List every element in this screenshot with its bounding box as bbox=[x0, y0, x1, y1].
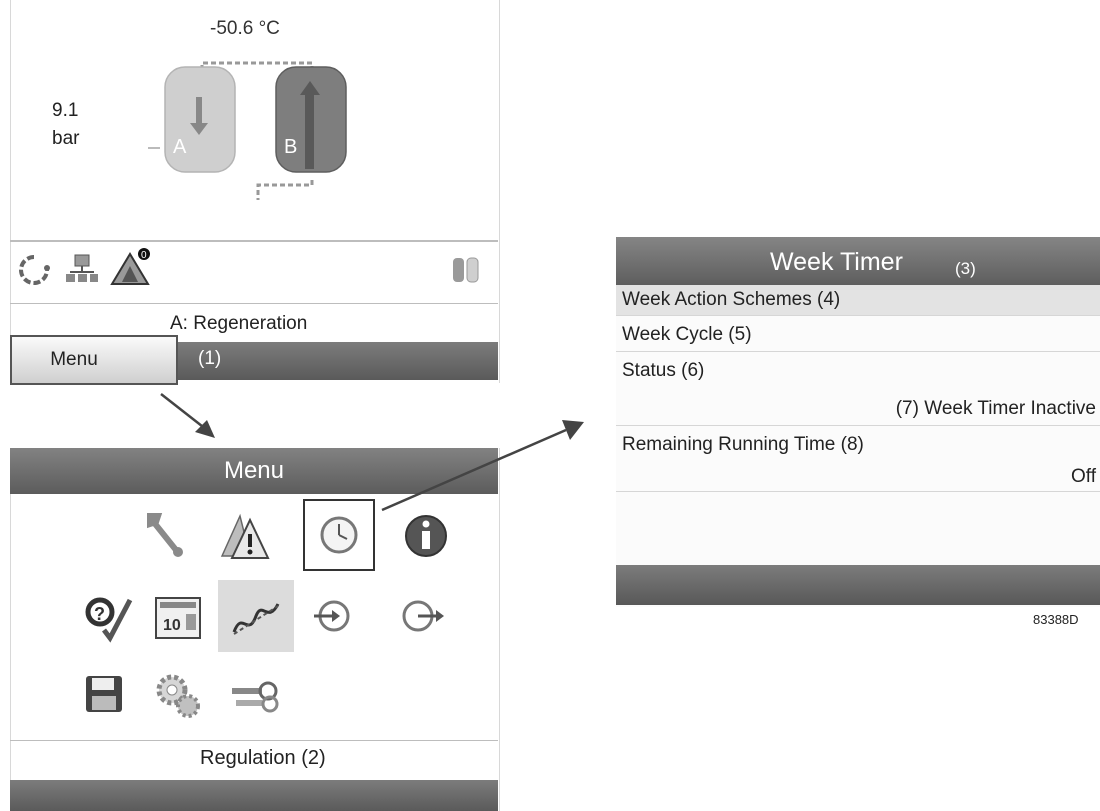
menu-footer-bar bbox=[10, 780, 498, 811]
menu-item-status[interactable]: Status (6) (7) Week Timer Inactive bbox=[616, 352, 1100, 426]
vessel-a: A bbox=[164, 66, 236, 173]
row-label: Remaining Running Time bbox=[622, 434, 836, 455]
warning-triangles-icon[interactable] bbox=[218, 508, 274, 564]
callout-label: (5) bbox=[728, 324, 752, 345]
network-icon bbox=[66, 254, 98, 282]
callout-label: (6) bbox=[681, 360, 705, 381]
row-label: Status bbox=[622, 360, 676, 381]
arrow-down-right-icon bbox=[160, 393, 215, 438]
input-icon[interactable] bbox=[306, 590, 358, 642]
svg-text:10: 10 bbox=[163, 617, 181, 634]
remaining-time-value: Off bbox=[1071, 466, 1096, 487]
settings-gears-icon[interactable] bbox=[150, 668, 206, 724]
callout-label: (2) bbox=[301, 747, 326, 769]
refresh-icon bbox=[19, 255, 50, 285]
temperature-reading: -50.6 °C bbox=[210, 18, 280, 39]
menu-button[interactable]: Menu bbox=[10, 335, 178, 385]
menu-divider bbox=[10, 740, 498, 741]
svg-text:?: ? bbox=[94, 604, 105, 624]
status-divider bbox=[10, 240, 498, 242]
menu-item-week-action-schemes[interactable]: Week Action Schemes (4) bbox=[616, 285, 1100, 316]
service-check-icon[interactable]: ? bbox=[80, 590, 136, 646]
status-value: Week Timer Inactive bbox=[924, 398, 1096, 419]
menu-item-week-cycle[interactable]: Week Cycle (5) bbox=[616, 316, 1100, 352]
status-divider bbox=[10, 303, 498, 304]
access-keys-icon[interactable] bbox=[226, 668, 286, 724]
wrench-icon[interactable] bbox=[140, 510, 192, 562]
dryer-vessel-diagram: A B bbox=[148, 61, 347, 200]
menu-button-label: Menu bbox=[50, 349, 98, 370]
callout-label: (1) bbox=[198, 348, 222, 369]
week-timer-title: Week Timer bbox=[770, 248, 903, 276]
vessel-b-label: B bbox=[284, 136, 297, 158]
regulation-icon[interactable] bbox=[228, 590, 284, 646]
figure-number: 83388D bbox=[1033, 612, 1079, 627]
alarm-count: 0 bbox=[141, 250, 147, 261]
selected-item-label: Regulation (2) bbox=[200, 747, 326, 770]
callout-label: (8) bbox=[840, 434, 864, 455]
menu-item-remaining-running-time[interactable]: Remaining Running Time (8) Off bbox=[616, 426, 1100, 492]
pressure-unit: bar bbox=[52, 128, 80, 149]
row-label: Week Action Schemes bbox=[622, 289, 812, 310]
week-timer-footer-bar bbox=[616, 565, 1100, 605]
status-text: A: Regeneration bbox=[170, 313, 308, 334]
menu-screen-title: Menu bbox=[223, 457, 285, 484]
dryer-vessels-icon bbox=[453, 257, 479, 283]
vessel-a-label: A bbox=[173, 136, 187, 158]
vessel-b: B bbox=[275, 66, 347, 173]
callout-label: (3) bbox=[955, 259, 976, 278]
alarm-warning-icon: 0 bbox=[110, 248, 150, 285]
callout-label: (4) bbox=[817, 289, 841, 310]
arrow-up-right-icon bbox=[381, 420, 584, 512]
counter-icon[interactable]: 10 bbox=[150, 592, 206, 644]
pressure-value: 9.1 bbox=[52, 100, 79, 121]
clock-icon[interactable] bbox=[313, 509, 365, 561]
callout-label: (7) bbox=[895, 398, 919, 419]
save-icon[interactable] bbox=[78, 668, 130, 720]
row-label: Week Cycle bbox=[622, 324, 724, 345]
output-icon[interactable] bbox=[396, 590, 448, 642]
selected-item-name: Regulation bbox=[200, 747, 296, 769]
